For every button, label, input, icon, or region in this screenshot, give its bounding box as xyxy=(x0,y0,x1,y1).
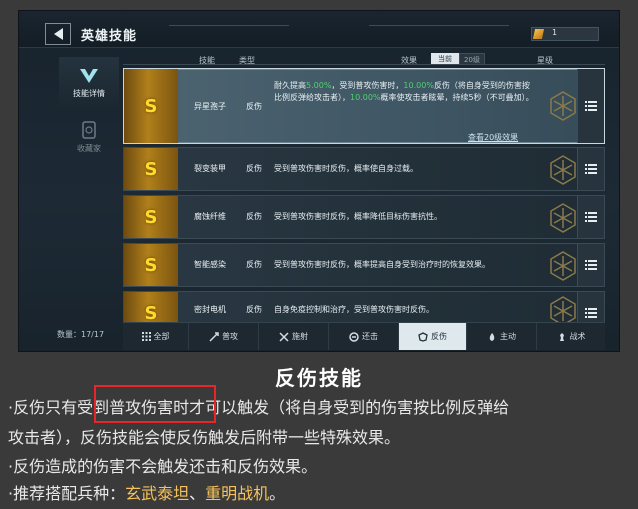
tab-label: 反伤 xyxy=(431,332,447,341)
skill-name: 密封电机 xyxy=(194,305,226,314)
list-menu-icon xyxy=(585,308,597,318)
para-text: 、 xyxy=(189,484,206,503)
list-menu-icon xyxy=(585,260,597,270)
back-arrow-icon xyxy=(53,28,63,40)
resource-icon xyxy=(532,29,545,39)
skill-type: 反伤 xyxy=(246,260,262,269)
para-text: 时才可以触发（将自身受到的伤害按比例反弹给 xyxy=(173,398,510,417)
paragraph-1-cont: 攻击者），反伤技能会使反伤触发后附带一些特殊效果。 xyxy=(8,428,401,447)
tab-normal-attack[interactable]: 普攻 xyxy=(189,323,259,350)
effect-text: 概率使攻击者眩晕，持续5秒（不可叠加）。 xyxy=(380,92,534,102)
view-level20-link[interactable]: 查看20级效果 xyxy=(468,132,518,143)
tab-label: 施射 xyxy=(292,332,308,341)
skill-name: 异星孢子 xyxy=(194,102,226,111)
skill-row[interactable]: S 腐蚀纤维 反伤 受到普攻伤害时反伤，概率降低目标伤害抗性。 xyxy=(123,195,605,239)
rank-letter: S xyxy=(144,95,158,117)
skill-effect: 受到普攻伤害时反伤，概率使自身过载。 xyxy=(274,164,418,173)
shield-reflect-icon xyxy=(418,331,428,342)
skill-effect: 自身免疫控制和治疗，受到普攻伤害时反伤。 xyxy=(274,305,434,314)
recommended-unit: 重明战机 xyxy=(205,484,270,503)
paragraph-3: ·推荐搭配兵种：玄武泰坦、重明战机。 xyxy=(8,482,285,506)
effect-text: 耐久提高 xyxy=(274,81,306,90)
arrows-icon xyxy=(279,331,289,342)
v-emblem-icon xyxy=(80,69,98,83)
tab-tactics[interactable]: 战术 xyxy=(537,323,605,350)
skill-effect: 耐久提高5.00%，受到普攻伤害时，10.00%反伤（将自身受到的伤害按比例反弹… xyxy=(274,80,536,103)
tab-active-skill[interactable]: 主动 xyxy=(467,323,537,350)
sidebar-item-label: 技能详情 xyxy=(73,89,105,98)
para-text: 。 xyxy=(269,484,286,503)
flame-icon xyxy=(489,332,495,341)
skill-row[interactable]: S 智能感染 反伤 受到普攻伤害时反伤，概率提高自身受到治疗时的恢复效果。 xyxy=(123,243,605,287)
rank-badge: S xyxy=(124,148,178,190)
rank-letter: S xyxy=(144,254,158,276)
list-menu-icon xyxy=(585,212,597,222)
row-menu-button[interactable] xyxy=(577,69,604,143)
tab-shoot[interactable]: 施射 xyxy=(259,323,329,350)
tab-label: 普攻 xyxy=(222,332,238,341)
effect-value: 5.00% xyxy=(306,81,332,90)
tab-reflect[interactable]: 反伤 xyxy=(399,323,467,350)
rank-letter: S xyxy=(144,302,158,324)
rank-badge: S xyxy=(124,244,178,286)
skill-name: 裂变装甲 xyxy=(194,164,226,173)
para-text: ·反伤只有 xyxy=(8,398,78,417)
rank-badge: S xyxy=(124,69,178,143)
sidebar-item-collector[interactable]: 收藏家 xyxy=(59,111,119,163)
effect-value: 10.00% xyxy=(350,92,381,102)
skill-type: 反伤 xyxy=(246,164,262,173)
chess-icon xyxy=(559,332,564,341)
game-screenshot: 英雄技能 1 技能详情 收藏家 数量：17/17 技能 类型 效果 当前 20级… xyxy=(18,10,620,352)
rank-letter: S xyxy=(144,158,158,180)
star-emblem-icon xyxy=(550,203,576,233)
skill-row[interactable]: S 异星孢子 反伤 耐久提高5.00%，受到普攻伤害时，10.00%反伤（将自身… xyxy=(123,68,605,144)
sidebar-item-skill-details[interactable]: 技能详情 xyxy=(59,57,119,109)
tab-label: 主动 xyxy=(500,332,516,341)
sidebar-item-label: 收藏家 xyxy=(77,144,101,153)
tab-all[interactable]: 全部 xyxy=(123,323,189,350)
skill-row[interactable]: S 裂变装甲 反伤 受到普攻伤害时反伤，概率使自身过载。 xyxy=(123,147,605,191)
row-menu-button[interactable] xyxy=(577,244,604,286)
list-menu-icon xyxy=(585,164,597,174)
effect-text: ，受到普攻伤害时， xyxy=(331,81,404,90)
page-title: 英雄技能 xyxy=(81,29,138,44)
tab-label: 全部 xyxy=(153,332,170,341)
paragraph-1: ·反伤只有受到普攻伤害时才可以触发（将自身受到的伤害按比例反弹给 xyxy=(8,396,509,420)
header-divider xyxy=(123,64,605,65)
star-emblem-icon xyxy=(550,155,576,185)
counter-icon xyxy=(349,331,359,342)
annotation-highlight-box xyxy=(94,385,216,423)
grid-icon xyxy=(141,332,151,341)
row-menu-button[interactable] xyxy=(577,196,604,238)
skill-type: 反伤 xyxy=(246,305,262,314)
skill-effect: 受到普攻伤害时反伤，概率降低目标伤害抗性。 xyxy=(274,212,442,221)
collector-badge-icon xyxy=(82,121,96,139)
list-menu-icon xyxy=(585,101,597,111)
row-menu-button[interactable] xyxy=(577,148,604,190)
filter-tabs: 全部 普攻 施射 还击 反伤 主动 战术 xyxy=(123,322,605,350)
star-emblem-icon xyxy=(550,91,576,121)
header-deco-line xyxy=(369,25,509,26)
tab-label: 还击 xyxy=(362,332,378,341)
star-emblem-icon xyxy=(550,251,576,281)
paragraph-2: ·反伤造成的伤害不会触发还击和反伤效果。 xyxy=(8,457,318,476)
skill-type: 反伤 xyxy=(246,212,262,221)
skill-name: 智能感染 xyxy=(194,260,226,269)
recommended-unit: 玄武泰坦 xyxy=(125,484,190,503)
skill-count: 数量：17/17 xyxy=(57,330,105,339)
back-button[interactable] xyxy=(45,23,71,45)
tab-counter[interactable]: 还击 xyxy=(329,323,399,350)
rank-badge: S xyxy=(124,196,178,238)
resource-counter[interactable]: 1 xyxy=(531,27,599,41)
skill-name: 腐蚀纤维 xyxy=(194,212,226,221)
para-text: ·推荐搭配兵种： xyxy=(8,484,126,503)
header-deco-line xyxy=(169,25,289,26)
tab-label: 战术 xyxy=(569,332,586,341)
skill-effect: 受到普攻伤害时反伤，概率提高自身受到治疗时的恢复效果。 xyxy=(274,260,490,269)
resource-value: 1 xyxy=(552,28,558,37)
skill-type: 反伤 xyxy=(246,102,262,111)
rank-letter: S xyxy=(144,206,158,228)
effect-value: 10.00% xyxy=(403,81,434,90)
sword-icon xyxy=(209,331,219,342)
